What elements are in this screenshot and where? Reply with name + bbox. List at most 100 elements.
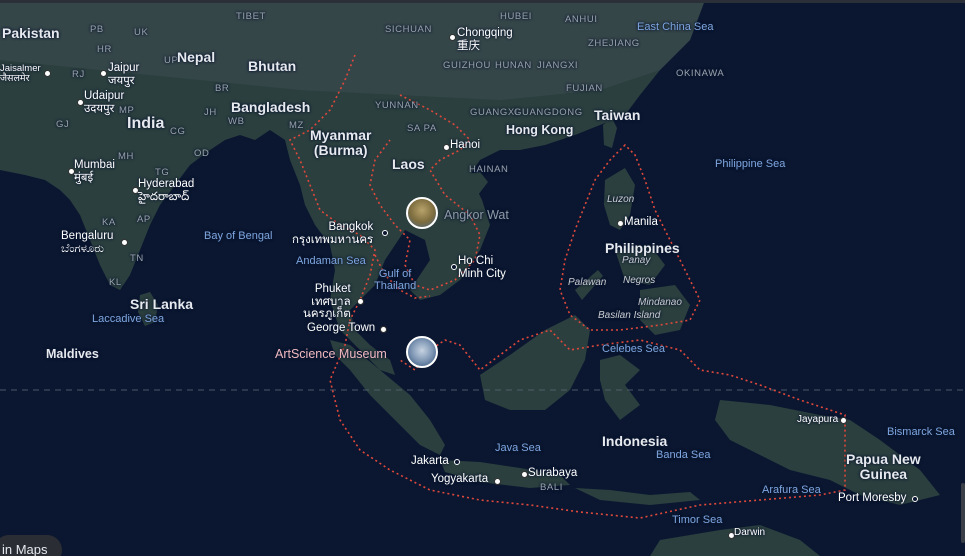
open-in-maps-label: in Maps [2, 542, 48, 556]
artscience-museum-photo-pin[interactable] [406, 336, 438, 368]
city-label-hong-kong[interactable]: Hong Kong [506, 123, 573, 138]
region-label-od: OD [194, 148, 210, 159]
map-canvas[interactable]: TIBET HUBEI ANHUI SICHUAN ZHEJIANG GUIZH… [0, 0, 965, 556]
city-dot-bengaluru[interactable] [121, 239, 128, 246]
angkor-wat-photo-pin[interactable] [406, 197, 438, 229]
city-label-surabaya[interactable]: Surabaya [528, 467, 577, 480]
poi-label-angkor-wat[interactable]: Angkor Wat [444, 208, 509, 223]
city-dot-yogyakarta[interactable] [494, 478, 501, 485]
city-label-port-moresby[interactable]: Port Moresby [838, 492, 906, 505]
region-label-ap: AP [137, 214, 151, 225]
city-label-phuket[interactable]: Phuket เทศบาล นครภูเก็ต [303, 283, 351, 321]
city-label-jaipur[interactable]: Jaipur जयपुर [108, 62, 139, 87]
region-label-jh: JH [204, 107, 217, 118]
island-label-luzon: Luzon [607, 194, 635, 205]
region-label-guangxi: GUANGXI [470, 107, 519, 118]
sea-label-timor-sea: Timor Sea [672, 514, 723, 526]
region-label-anhui: ANHUI [565, 14, 598, 25]
region-label-pb: PB [90, 24, 104, 35]
city-dot-jayapura[interactable] [840, 417, 847, 424]
country-label-indonesia[interactable]: Indonesia [602, 433, 667, 449]
scrollbar-thumb[interactable] [961, 483, 965, 543]
city-dot-ho-chi-minh[interactable] [451, 264, 457, 270]
land-borneo [480, 315, 590, 410]
sea-label-east-china-sea: East China Sea [637, 21, 714, 33]
city-dot-phuket[interactable] [357, 298, 364, 305]
region-label-hainan: HAINAN [469, 164, 509, 175]
city-dot-jaisalmer[interactable] [44, 70, 51, 77]
city-dot-manila[interactable] [617, 220, 624, 227]
region-label-hr: HR [97, 44, 112, 55]
region-label-tibet: TIBET [236, 11, 266, 22]
top-edge-bar [0, 0, 965, 3]
region-label-ka: KA [102, 217, 116, 228]
country-label-nepal[interactable]: Nepal [177, 49, 215, 65]
city-label-darwin[interactable]: Darwin [734, 527, 765, 538]
country-label-sri-lanka[interactable]: Sri Lanka [130, 296, 193, 312]
city-label-hanoi[interactable]: Hanoi [450, 139, 480, 152]
region-label-hubei: HUBEI [500, 11, 533, 22]
city-label-jayapura[interactable]: Jayapura [797, 414, 838, 425]
region-label-sa-pa: SA PA [407, 123, 437, 134]
sea-label-bay-of-bengal: Bay of Bengal [204, 230, 273, 242]
country-label-bhutan[interactable]: Bhutan [248, 58, 296, 74]
country-label-myanmar[interactable]: Myanmar (Burma) [310, 127, 371, 159]
region-label-br: BR [215, 83, 230, 94]
island-label-palawan: Palawan [568, 277, 607, 288]
city-label-jaisalmer[interactable]: Jaisalmer जैसलमेर [0, 63, 41, 85]
city-dot-hanoi[interactable] [443, 144, 450, 151]
land-lesser-sunda [575, 488, 700, 505]
region-label-gj: GJ [56, 119, 70, 130]
city-label-ho-chi-minh-city[interactable]: Ho Chi Minh City [458, 255, 506, 280]
region-label-mh: MH [118, 151, 134, 162]
city-label-hyderabad[interactable]: Hyderabad హైదరాబాద్ [138, 178, 194, 203]
island-label-negros: Negros [623, 275, 656, 286]
region-label-yunnan: YUNNAN [375, 100, 419, 111]
city-label-bangkok[interactable]: Bangkok กรุงเทพมหานคร [292, 221, 373, 246]
region-label-okinawa: OKINAWA [676, 68, 725, 79]
land-sulawesi [600, 355, 640, 420]
city-dot-jaipur[interactable] [100, 70, 107, 77]
region-label-kl: KL [109, 277, 122, 288]
city-dot-chongqing[interactable] [449, 34, 456, 41]
poi-label-artscience-museum[interactable]: ArtScience Museum [275, 347, 387, 362]
sea-label-celebes-sea: Celebes Sea [602, 343, 665, 355]
region-label-rj: RJ [72, 69, 85, 80]
city-label-jakarta[interactable]: Jakarta [411, 455, 449, 468]
city-dot-port-moresby[interactable] [912, 496, 918, 502]
city-label-yogyakarta[interactable]: Yogyakarta [431, 473, 488, 486]
island-label-mindanao: Mindanao [638, 297, 682, 308]
city-dot-udaipur[interactable] [77, 99, 84, 106]
region-label-hunan: HUNAN [495, 60, 532, 71]
sea-label-laccadive-sea: Laccadive Sea [92, 313, 165, 325]
country-label-maldives[interactable]: Maldives [46, 347, 99, 362]
region-label-zhejiang: ZHEJIANG [588, 38, 640, 49]
city-label-chongqing[interactable]: Chongqing 重庆 [457, 27, 513, 52]
country-label-india[interactable]: India [127, 115, 164, 133]
sea-label-arafura-sea: Arafura Sea [762, 484, 821, 496]
sea-label-andaman-sea: Andaman Sea [296, 255, 366, 267]
island-label-basilan-island: Basilan Island [598, 310, 661, 321]
city-label-mumbai[interactable]: Mumbai मुंबई [74, 159, 115, 184]
sea-label-philippine-sea: Philippine Sea [715, 158, 786, 170]
region-label-bali: BALI [540, 482, 563, 493]
city-label-manila[interactable]: Manila [624, 216, 658, 229]
city-dot-george-town[interactable] [380, 326, 387, 333]
region-label-uk: UK [134, 27, 149, 38]
country-label-taiwan[interactable]: Taiwan [594, 107, 640, 123]
country-label-bangladesh[interactable]: Bangladesh [231, 99, 310, 115]
city-label-george-town[interactable]: George Town [307, 322, 375, 335]
sea-label-banda-sea: Banda Sea [656, 449, 711, 461]
country-label-laos[interactable]: Laos [392, 156, 425, 172]
country-label-pakistan[interactable]: Pakistan [2, 25, 60, 41]
city-dot-bangkok[interactable] [382, 230, 388, 236]
city-dot-surabaya[interactable] [521, 471, 528, 478]
city-label-bengaluru[interactable]: Bengaluru ಬೆಂಗಳೂರು [61, 230, 113, 255]
country-label-papua-new-guinea[interactable]: Papua New Guinea [846, 451, 921, 483]
city-label-udaipur[interactable]: Udaipur उदयपुर [84, 90, 124, 115]
region-label-guangdong: GUANGDONG [514, 107, 583, 118]
city-dot-jakarta[interactable] [454, 459, 460, 465]
open-in-maps-button[interactable]: in Maps [0, 535, 62, 556]
island-label-panay: Panay [622, 255, 651, 266]
region-label-fujian: FUJIAN [566, 83, 603, 94]
